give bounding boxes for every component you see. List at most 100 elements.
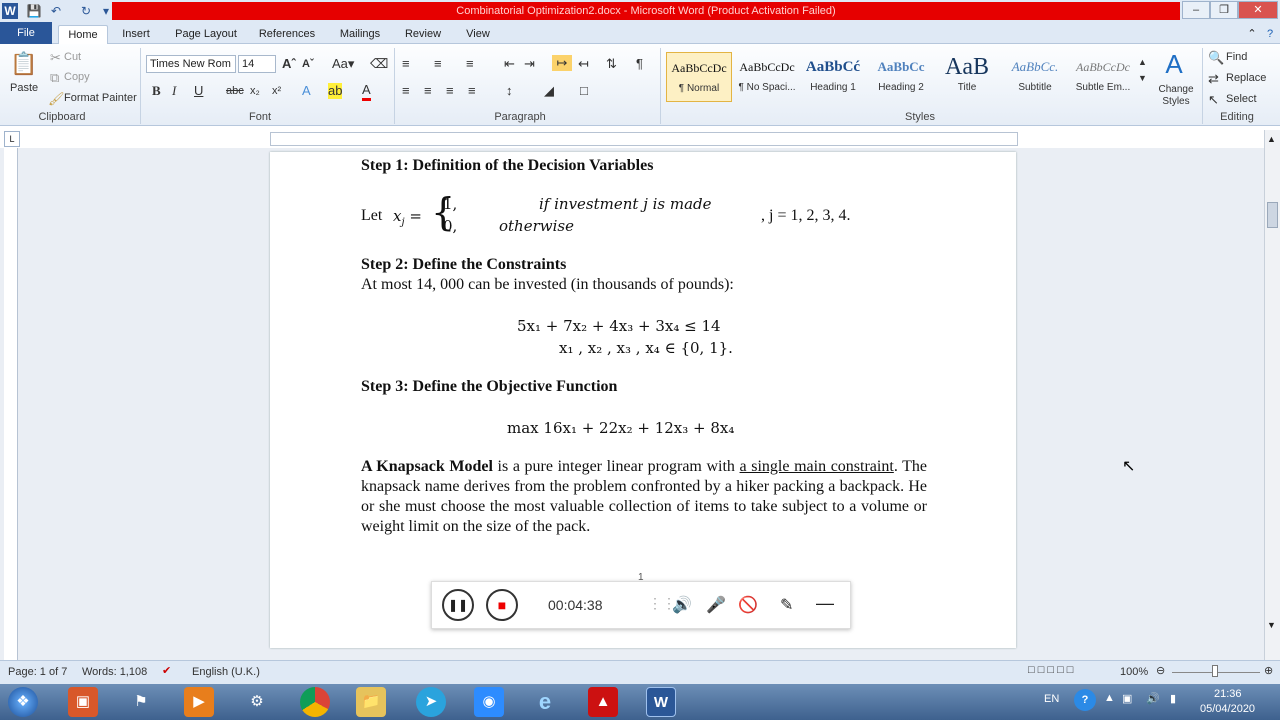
horizontal-ruler[interactable]	[270, 132, 1018, 146]
internet-explorer-icon[interactable]: e	[530, 687, 560, 717]
tab-references[interactable]: References	[252, 25, 322, 44]
tab-mailings[interactable]: Mailings	[330, 25, 390, 44]
increase-indent-icon[interactable]: ⇥	[524, 56, 535, 72]
maximize-button[interactable]: ❐	[1210, 1, 1238, 19]
tab-file[interactable]: File	[0, 22, 52, 44]
save-icon[interactable]: 💾	[26, 3, 42, 19]
style-normal[interactable]: AaBbCcDc ¶ Normal	[666, 52, 732, 102]
vertical-ruler[interactable]	[4, 148, 18, 660]
network-icon[interactable]: ▣	[1122, 692, 1132, 705]
copy-button[interactable]: Copy	[64, 71, 90, 83]
line-spacing-icon[interactable]: ↕	[506, 83, 513, 99]
microphone-icon[interactable]: 🎤	[706, 595, 726, 615]
grow-font-icon[interactable]: Aˆ	[282, 56, 296, 72]
help-tray-icon[interactable]: ?	[1074, 689, 1096, 711]
tab-home[interactable]: Home	[58, 25, 108, 44]
tab-insert[interactable]: Insert	[114, 25, 158, 44]
minimize-button[interactable]: –	[1182, 1, 1210, 19]
tab-page-layout[interactable]: Page Layout	[168, 25, 244, 44]
shrink-font-icon[interactable]: Aˇ	[302, 56, 314, 72]
font-size-select[interactable]: 14	[238, 55, 276, 73]
close-button[interactable]: ✕	[1238, 1, 1278, 19]
taskbar-app-icon[interactable]: ⚑	[126, 687, 156, 717]
paste-icon[interactable]: 📋	[10, 50, 38, 78]
multilevel-list-icon[interactable]: ≡	[466, 56, 474, 72]
minimize-ribbon-icon[interactable]: ⌃	[1244, 25, 1260, 44]
minimize-recorder-icon[interactable]: —	[816, 593, 834, 614]
align-center-icon[interactable]: ≡	[424, 83, 432, 99]
page-count[interactable]: Page: 1 of 7	[8, 666, 67, 678]
draw-icon[interactable]: ✎	[780, 595, 793, 615]
justify-icon[interactable]: ≡	[468, 83, 476, 99]
font-color-icon[interactable]: A	[362, 82, 371, 101]
superscript-icon[interactable]: x²	[272, 83, 281, 99]
decrease-indent-icon[interactable]: ⇤	[504, 56, 515, 72]
replace-button[interactable]: Replace	[1226, 72, 1266, 84]
start-button[interactable]: ❖	[8, 687, 38, 717]
paste-button[interactable]: Paste	[10, 82, 38, 94]
subscript-icon[interactable]: x₂	[250, 83, 260, 99]
text-effects-icon[interactable]: A	[302, 83, 311, 99]
bullets-icon[interactable]: ≡	[402, 56, 410, 72]
change-styles-icon[interactable]: A	[1162, 50, 1186, 78]
tray-expand-icon[interactable]: ▲	[1104, 692, 1115, 704]
clock-time[interactable]: 21:36	[1214, 688, 1242, 700]
find-button[interactable]: Find	[1226, 51, 1247, 63]
numbering-icon[interactable]: ≡	[434, 56, 442, 72]
change-case-icon[interactable]: Aa▾	[332, 56, 354, 72]
scroll-down-icon[interactable]: ▼	[1267, 620, 1276, 630]
undo-icon[interactable]: ↶	[48, 3, 64, 19]
style-subtle-emphasis[interactable]: AaBbCcDc Subtle Em...	[1070, 52, 1136, 102]
volume-icon[interactable]: 🔊	[1146, 692, 1160, 705]
tab-review[interactable]: Review	[398, 25, 448, 44]
media-player-icon[interactable]: ▶	[184, 687, 214, 717]
scroll-thumb[interactable]	[1267, 202, 1278, 228]
zoom-level[interactable]: 100%	[1120, 666, 1148, 678]
input-language[interactable]: EN	[1044, 693, 1059, 705]
zoom-slider-thumb[interactable]	[1212, 665, 1218, 677]
italic-icon[interactable]: I	[172, 83, 176, 99]
tab-view[interactable]: View	[456, 25, 500, 44]
cut-button[interactable]: Cut	[64, 51, 81, 63]
chrome-icon[interactable]	[300, 687, 330, 717]
zoom-app-icon[interactable]: ◉	[474, 687, 504, 717]
style-heading-2[interactable]: AaBbCc Heading 2	[868, 52, 934, 102]
taskbar-app-icon[interactable]: ▣	[68, 687, 98, 717]
style-heading-1[interactable]: AaBbCć Heading 1	[800, 52, 866, 102]
taskbar-app-icon[interactable]: ⚙	[242, 687, 272, 717]
telegram-icon[interactable]: ➤	[416, 687, 446, 717]
acrobat-icon[interactable]: ▲	[588, 687, 618, 717]
pause-button[interactable]: ❚❚	[442, 589, 474, 621]
tab-selector[interactable]: L	[4, 131, 20, 147]
view-buttons[interactable]: □ □ □ □ □	[1028, 664, 1073, 676]
style-title[interactable]: AaB Title	[934, 52, 1000, 102]
ltr-icon[interactable]: ↦	[552, 55, 572, 71]
webcam-off-icon[interactable]: 🚫	[738, 595, 758, 615]
scroll-up-icon[interactable]: ▲	[1267, 134, 1276, 144]
battery-icon[interactable]: ▮	[1170, 692, 1176, 705]
word-taskbar-icon[interactable]: W	[646, 687, 676, 717]
format-painter-button[interactable]: Format Painter	[64, 92, 137, 104]
style-no-spacing[interactable]: AaBbCcDc ¶ No Spaci...	[734, 52, 800, 102]
clock-date[interactable]: 05/04/2020	[1200, 703, 1255, 715]
align-right-icon[interactable]: ≡	[446, 83, 454, 99]
shading-icon[interactable]: ◢	[544, 83, 554, 99]
show-formatting-icon[interactable]: ¶	[636, 56, 643, 72]
help-icon[interactable]: ?	[1262, 25, 1278, 44]
sort-icon[interactable]: ⇅	[606, 56, 617, 72]
stop-button[interactable]: ■	[486, 589, 518, 621]
styles-scroll-icon[interactable]: ▲ ▼	[1138, 54, 1147, 86]
vertical-scrollbar[interactable]: ▲ ▼	[1264, 130, 1280, 660]
align-left-icon[interactable]: ≡	[402, 83, 410, 99]
underline-icon[interactable]: U	[194, 83, 203, 99]
rtl-icon[interactable]: ↤	[578, 56, 589, 72]
strikethrough-icon[interactable]: abc	[226, 83, 244, 99]
font-family-select[interactable]: Times New Rom	[146, 55, 236, 73]
file-explorer-icon[interactable]: 📁	[356, 687, 386, 717]
bold-icon[interactable]: B	[152, 83, 161, 99]
style-subtitle[interactable]: AaBbCc. Subtitle	[1002, 52, 1068, 102]
language-status[interactable]: English (U.K.)	[192, 666, 260, 678]
redo-icon[interactable]: ↻	[78, 3, 94, 19]
proofing-icon[interactable]: ✔	[162, 664, 171, 677]
change-styles-button[interactable]: Change Styles	[1154, 84, 1198, 108]
